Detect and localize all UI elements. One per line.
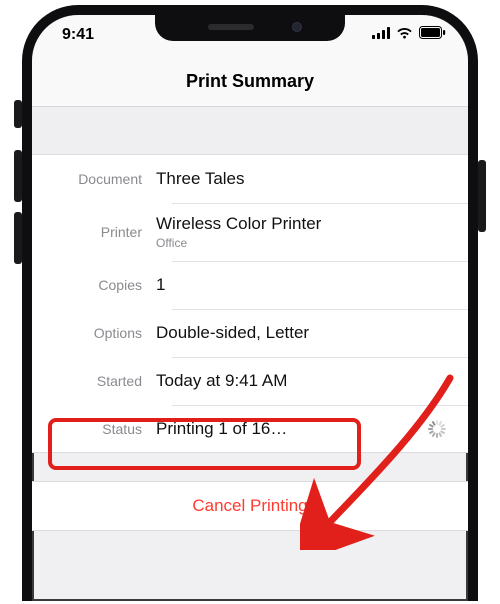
section-gap	[32, 107, 468, 155]
row-document-label: Document	[32, 171, 156, 187]
row-started-label: Started	[32, 373, 156, 389]
front-camera	[292, 22, 302, 32]
row-printer-label: Printer	[32, 224, 156, 240]
row-document-value: Three Tales	[156, 168, 245, 189]
status-time: 9:41	[62, 26, 94, 44]
row-copies: Copies 1	[32, 261, 468, 309]
row-started: Started Today at 9:41 AM	[32, 357, 468, 405]
silence-switch	[14, 100, 22, 128]
navigation-bar: Print Summary	[32, 55, 468, 107]
row-printer-name: Wireless Color Printer	[156, 214, 321, 233]
row-copies-label: Copies	[32, 277, 156, 293]
spinner-icon	[428, 420, 446, 438]
row-started-value: Today at 9:41 AM	[156, 370, 287, 391]
phone-frame: 9:41 Print Summary Document Three Tales …	[22, 5, 478, 601]
row-status-value: Printing 1 of 16…	[156, 418, 287, 439]
row-printer-location: Office	[156, 236, 321, 251]
cellular-icon	[372, 26, 390, 44]
row-copies-value: 1	[156, 274, 165, 295]
row-status-label: Status	[32, 421, 156, 437]
row-document: Document Three Tales	[32, 155, 468, 203]
power-button	[478, 160, 486, 232]
row-options: Options Double-sided, Letter	[32, 309, 468, 357]
volume-down-button	[14, 212, 22, 264]
row-options-value: Double-sided, Letter	[156, 322, 309, 343]
battery-icon	[419, 26, 446, 44]
row-options-label: Options	[32, 325, 156, 341]
speaker-grille	[208, 24, 254, 30]
notch	[155, 13, 345, 41]
page-title: Print Summary	[32, 71, 468, 92]
details-list: Document Three Tales Printer Wireless Co…	[32, 155, 468, 453]
row-status: Status Printing 1 of 16…	[32, 405, 468, 453]
cancel-section: Cancel Printing	[32, 481, 468, 531]
volume-up-button	[14, 150, 22, 202]
row-printer-value: Wireless Color Printer Office	[156, 213, 321, 250]
cancel-printing-button[interactable]: Cancel Printing	[32, 482, 468, 530]
row-printer: Printer Wireless Color Printer Office	[32, 203, 468, 261]
wifi-icon	[396, 26, 413, 44]
